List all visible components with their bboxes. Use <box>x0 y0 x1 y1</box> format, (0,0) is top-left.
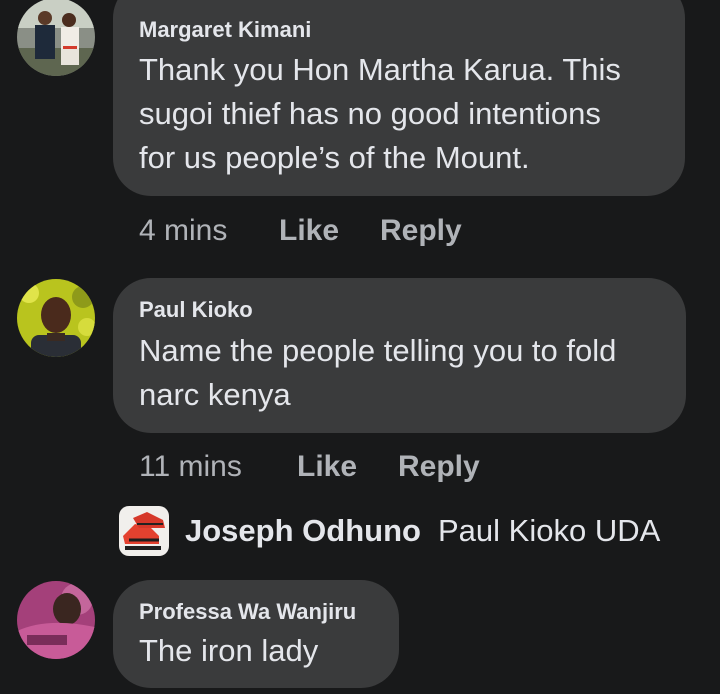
comment-text-line: Name the people telling you to fold <box>139 333 617 368</box>
pink-shirt-avatar-icon <box>17 581 95 659</box>
reply-avatar[interactable] <box>119 506 169 556</box>
like-button[interactable]: Like <box>297 450 357 484</box>
avatar[interactable] <box>17 279 95 357</box>
sneakers-photo-avatar-icon <box>119 506 169 556</box>
avatar[interactable] <box>17 581 95 659</box>
reply-text: Paul Kioko UDA <box>438 513 661 548</box>
reply-author[interactable]: Joseph Odhuno <box>185 513 421 549</box>
couple-photo-avatar-icon <box>17 0 95 76</box>
man-portrait-avatar-icon <box>17 279 95 357</box>
comment-timestamp: 4 mins <box>139 214 228 247</box>
comment-text-line: The iron lady <box>139 633 319 668</box>
comment-text-line: narc kenya <box>139 377 291 412</box>
avatar[interactable] <box>17 0 95 76</box>
comment-author[interactable]: Paul Kioko <box>139 297 253 323</box>
reply-button[interactable]: Reply <box>380 214 462 248</box>
comment-text-line: sugoi thief has no good intentions <box>139 96 601 131</box>
comment-author[interactable]: Margaret Kimani <box>139 17 311 43</box>
comment-text-line: for us people’s of the Mount. <box>139 140 530 175</box>
like-button[interactable]: Like <box>279 214 339 248</box>
comment-timestamp: 11 mins <box>139 450 242 483</box>
comment-text-line: Thank you Hon Martha Karua. This <box>139 52 621 87</box>
reply-button[interactable]: Reply <box>398 450 480 484</box>
comment-author[interactable]: Professa Wa Wanjiru <box>139 599 356 625</box>
